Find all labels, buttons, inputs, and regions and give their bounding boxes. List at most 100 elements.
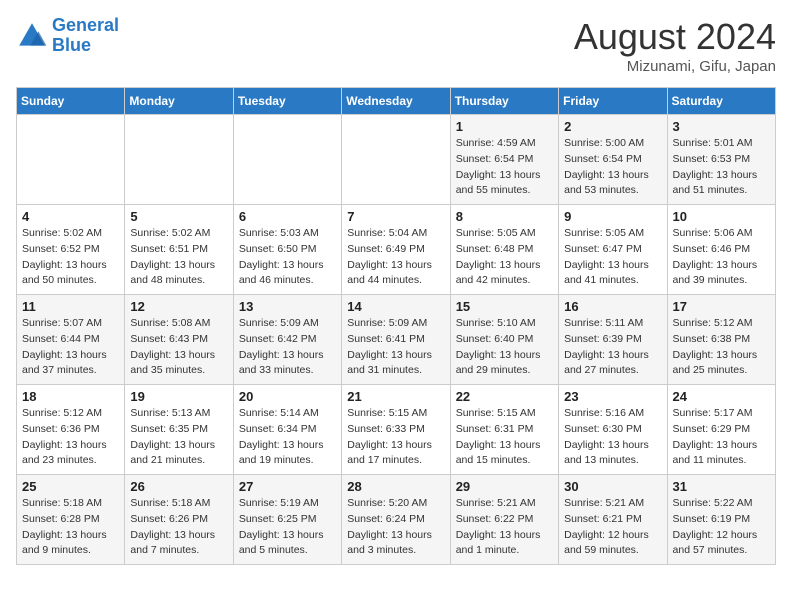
- calendar-cell: 26Sunrise: 5:18 AMSunset: 6:26 PMDayligh…: [125, 475, 233, 565]
- calendar-week-1: 1Sunrise: 4:59 AMSunset: 6:54 PMDaylight…: [17, 115, 776, 205]
- calendar-cell: 12 Sunrise: 5:08 AMSunset: 6:43 PMDayligh…: [125, 295, 233, 385]
- calendar-cell: 17 Sunrise: 5:12 AMSunset: 6:38 PMDayligh…: [667, 295, 775, 385]
- location-subtitle: Mizunami, Gifu, Japan: [574, 58, 776, 75]
- calendar-cell: 10Sunrise: 5:06 AMSunset: 6:46 PMDayligh…: [667, 205, 775, 295]
- month-title: August 2024: [574, 16, 776, 58]
- weekday-header-monday: Monday: [125, 88, 233, 115]
- day-info: Sunrise: 5:08 AMSunset: 6:43 PMDaylight:…: [130, 316, 227, 379]
- day-number: 20: [239, 389, 336, 404]
- calendar-week-3: 11 Sunrise: 5:07 AMSunset: 6:44 PMDayligh…: [17, 295, 776, 385]
- calendar-cell: [342, 115, 450, 205]
- weekday-header-thursday: Thursday: [450, 88, 558, 115]
- day-number: 28: [347, 479, 444, 494]
- calendar-cell: 29Sunrise: 5:21 AMSunset: 6:22 PMDayligh…: [450, 475, 558, 565]
- calendar-cell: 2 Sunrise: 5:00 AMSunset: 6:54 PMDaylight…: [559, 115, 667, 205]
- day-number: 11: [22, 299, 119, 314]
- day-number: 2: [564, 119, 661, 134]
- calendar-table: SundayMondayTuesdayWednesdayThursdayFrid…: [16, 87, 776, 565]
- calendar-cell: 14 Sunrise: 5:09 AMSunset: 6:41 PMDayligh…: [342, 295, 450, 385]
- calendar-cell: 23 Sunrise: 5:16 AMSunset: 6:30 PMDayligh…: [559, 385, 667, 475]
- title-block: August 2024 Mizunami, Gifu, Japan: [574, 16, 776, 75]
- day-number: 24: [673, 389, 770, 404]
- day-number: 4: [22, 209, 119, 224]
- calendar-cell: 1Sunrise: 4:59 AMSunset: 6:54 PMDaylight…: [450, 115, 558, 205]
- logo-icon: [16, 20, 48, 52]
- day-info: Sunrise: 5:20 AMSunset: 6:24 PMDaylight:…: [347, 496, 444, 559]
- day-info: Sunrise: 5:15 AMSunset: 6:33 PMDaylight:…: [347, 406, 444, 469]
- calendar-week-5: 25 Sunrise: 5:18 AMSunset: 6:28 PMDayligh…: [17, 475, 776, 565]
- calendar-cell: 3Sunrise: 5:01 AMSunset: 6:53 PMDaylight…: [667, 115, 775, 205]
- day-info: Sunrise: 4:59 AMSunset: 6:54 PMDaylight:…: [456, 136, 553, 199]
- page-header: General Blue August 2024 Mizunami, Gifu,…: [16, 16, 776, 75]
- day-number: 23: [564, 389, 661, 404]
- logo-line1: General: [52, 15, 119, 35]
- day-info: Sunrise: 5:07 AMSunset: 6:44 PMDaylight:…: [22, 316, 119, 379]
- day-info: Sunrise: 5:00 AMSunset: 6:54 PMDaylight:…: [564, 136, 661, 199]
- day-number: 15: [456, 299, 553, 314]
- day-number: 18: [22, 389, 119, 404]
- calendar-cell: 8Sunrise: 5:05 AMSunset: 6:48 PMDaylight…: [450, 205, 558, 295]
- day-info: Sunrise: 5:09 AMSunset: 6:42 PMDaylight:…: [239, 316, 336, 379]
- day-number: 14: [347, 299, 444, 314]
- logo: General Blue: [16, 16, 119, 56]
- day-info: Sunrise: 5:15 AMSunset: 6:31 PMDaylight:…: [456, 406, 553, 469]
- day-number: 12: [130, 299, 227, 314]
- calendar-cell: 21 Sunrise: 5:15 AMSunset: 6:33 PMDayligh…: [342, 385, 450, 475]
- day-number: 17: [673, 299, 770, 314]
- calendar-cell: 9Sunrise: 5:05 AMSunset: 6:47 PMDaylight…: [559, 205, 667, 295]
- day-number: 27: [239, 479, 336, 494]
- day-number: 21: [347, 389, 444, 404]
- day-number: 7: [347, 209, 444, 224]
- day-info: Sunrise: 5:12 AMSunset: 6:36 PMDaylight:…: [22, 406, 119, 469]
- day-info: Sunrise: 5:10 AMSunset: 6:40 PMDaylight:…: [456, 316, 553, 379]
- day-number: 6: [239, 209, 336, 224]
- calendar-cell: 6 Sunrise: 5:03 AMSunset: 6:50 PMDaylight…: [233, 205, 341, 295]
- calendar-cell: 5 Sunrise: 5:02 AMSunset: 6:51 PMDaylight…: [125, 205, 233, 295]
- weekday-header-wednesday: Wednesday: [342, 88, 450, 115]
- weekday-header-saturday: Saturday: [667, 88, 775, 115]
- calendar-cell: 18 Sunrise: 5:12 AMSunset: 6:36 PMDayligh…: [17, 385, 125, 475]
- day-number: 31: [673, 479, 770, 494]
- day-number: 5: [130, 209, 227, 224]
- weekday-header-tuesday: Tuesday: [233, 88, 341, 115]
- day-info: Sunrise: 5:09 AMSunset: 6:41 PMDaylight:…: [347, 316, 444, 379]
- day-info: Sunrise: 5:21 AMSunset: 6:22 PMDaylight:…: [456, 496, 553, 559]
- calendar-week-4: 18 Sunrise: 5:12 AMSunset: 6:36 PMDayligh…: [17, 385, 776, 475]
- day-info: Sunrise: 5:19 AMSunset: 6:25 PMDaylight:…: [239, 496, 336, 559]
- day-info: Sunrise: 5:18 AMSunset: 6:28 PMDaylight:…: [22, 496, 119, 559]
- day-info: Sunrise: 5:21 AMSunset: 6:21 PMDaylight:…: [564, 496, 661, 559]
- day-info: Sunrise: 5:05 AMSunset: 6:47 PMDaylight:…: [564, 226, 661, 289]
- calendar-cell: 31 Sunrise: 5:22 AMSunset: 6:19 PMDayligh…: [667, 475, 775, 565]
- calendar-cell: 15 Sunrise: 5:10 AMSunset: 6:40 PMDayligh…: [450, 295, 558, 385]
- weekday-header-sunday: Sunday: [17, 88, 125, 115]
- logo-text: General Blue: [52, 16, 119, 56]
- day-info: Sunrise: 5:12 AMSunset: 6:38 PMDaylight:…: [673, 316, 770, 379]
- header-row: SundayMondayTuesdayWednesdayThursdayFrid…: [17, 88, 776, 115]
- day-number: 25: [22, 479, 119, 494]
- calendar-cell: 4 Sunrise: 5:02 AMSunset: 6:52 PMDaylight…: [17, 205, 125, 295]
- day-info: Sunrise: 5:03 AMSunset: 6:50 PMDaylight:…: [239, 226, 336, 289]
- day-info: Sunrise: 5:02 AMSunset: 6:51 PMDaylight:…: [130, 226, 227, 289]
- day-info: Sunrise: 5:22 AMSunset: 6:19 PMDaylight:…: [673, 496, 770, 559]
- calendar-cell: [17, 115, 125, 205]
- day-info: Sunrise: 5:02 AMSunset: 6:52 PMDaylight:…: [22, 226, 119, 289]
- calendar-cell: 16 Sunrise: 5:11 AMSunset: 6:39 PMDayligh…: [559, 295, 667, 385]
- day-number: 10: [673, 209, 770, 224]
- day-info: Sunrise: 5:16 AMSunset: 6:30 PMDaylight:…: [564, 406, 661, 469]
- day-number: 19: [130, 389, 227, 404]
- calendar-cell: 7Sunrise: 5:04 AMSunset: 6:49 PMDaylight…: [342, 205, 450, 295]
- day-info: Sunrise: 5:18 AMSunset: 6:26 PMDaylight:…: [130, 496, 227, 559]
- calendar-cell: 11 Sunrise: 5:07 AMSunset: 6:44 PMDayligh…: [17, 295, 125, 385]
- day-number: 22: [456, 389, 553, 404]
- day-info: Sunrise: 5:14 AMSunset: 6:34 PMDaylight:…: [239, 406, 336, 469]
- day-info: Sunrise: 5:11 AMSunset: 6:39 PMDaylight:…: [564, 316, 661, 379]
- calendar-cell: 28 Sunrise: 5:20 AMSunset: 6:24 PMDayligh…: [342, 475, 450, 565]
- weekday-header-friday: Friday: [559, 88, 667, 115]
- day-info: Sunrise: 5:13 AMSunset: 6:35 PMDaylight:…: [130, 406, 227, 469]
- day-number: 8: [456, 209, 553, 224]
- calendar-cell: 27 Sunrise: 5:19 AMSunset: 6:25 PMDayligh…: [233, 475, 341, 565]
- logo-line2: Blue: [52, 35, 91, 55]
- calendar-cell: 19 Sunrise: 5:13 AMSunset: 6:35 PMDayligh…: [125, 385, 233, 475]
- day-number: 16: [564, 299, 661, 314]
- day-number: 30: [564, 479, 661, 494]
